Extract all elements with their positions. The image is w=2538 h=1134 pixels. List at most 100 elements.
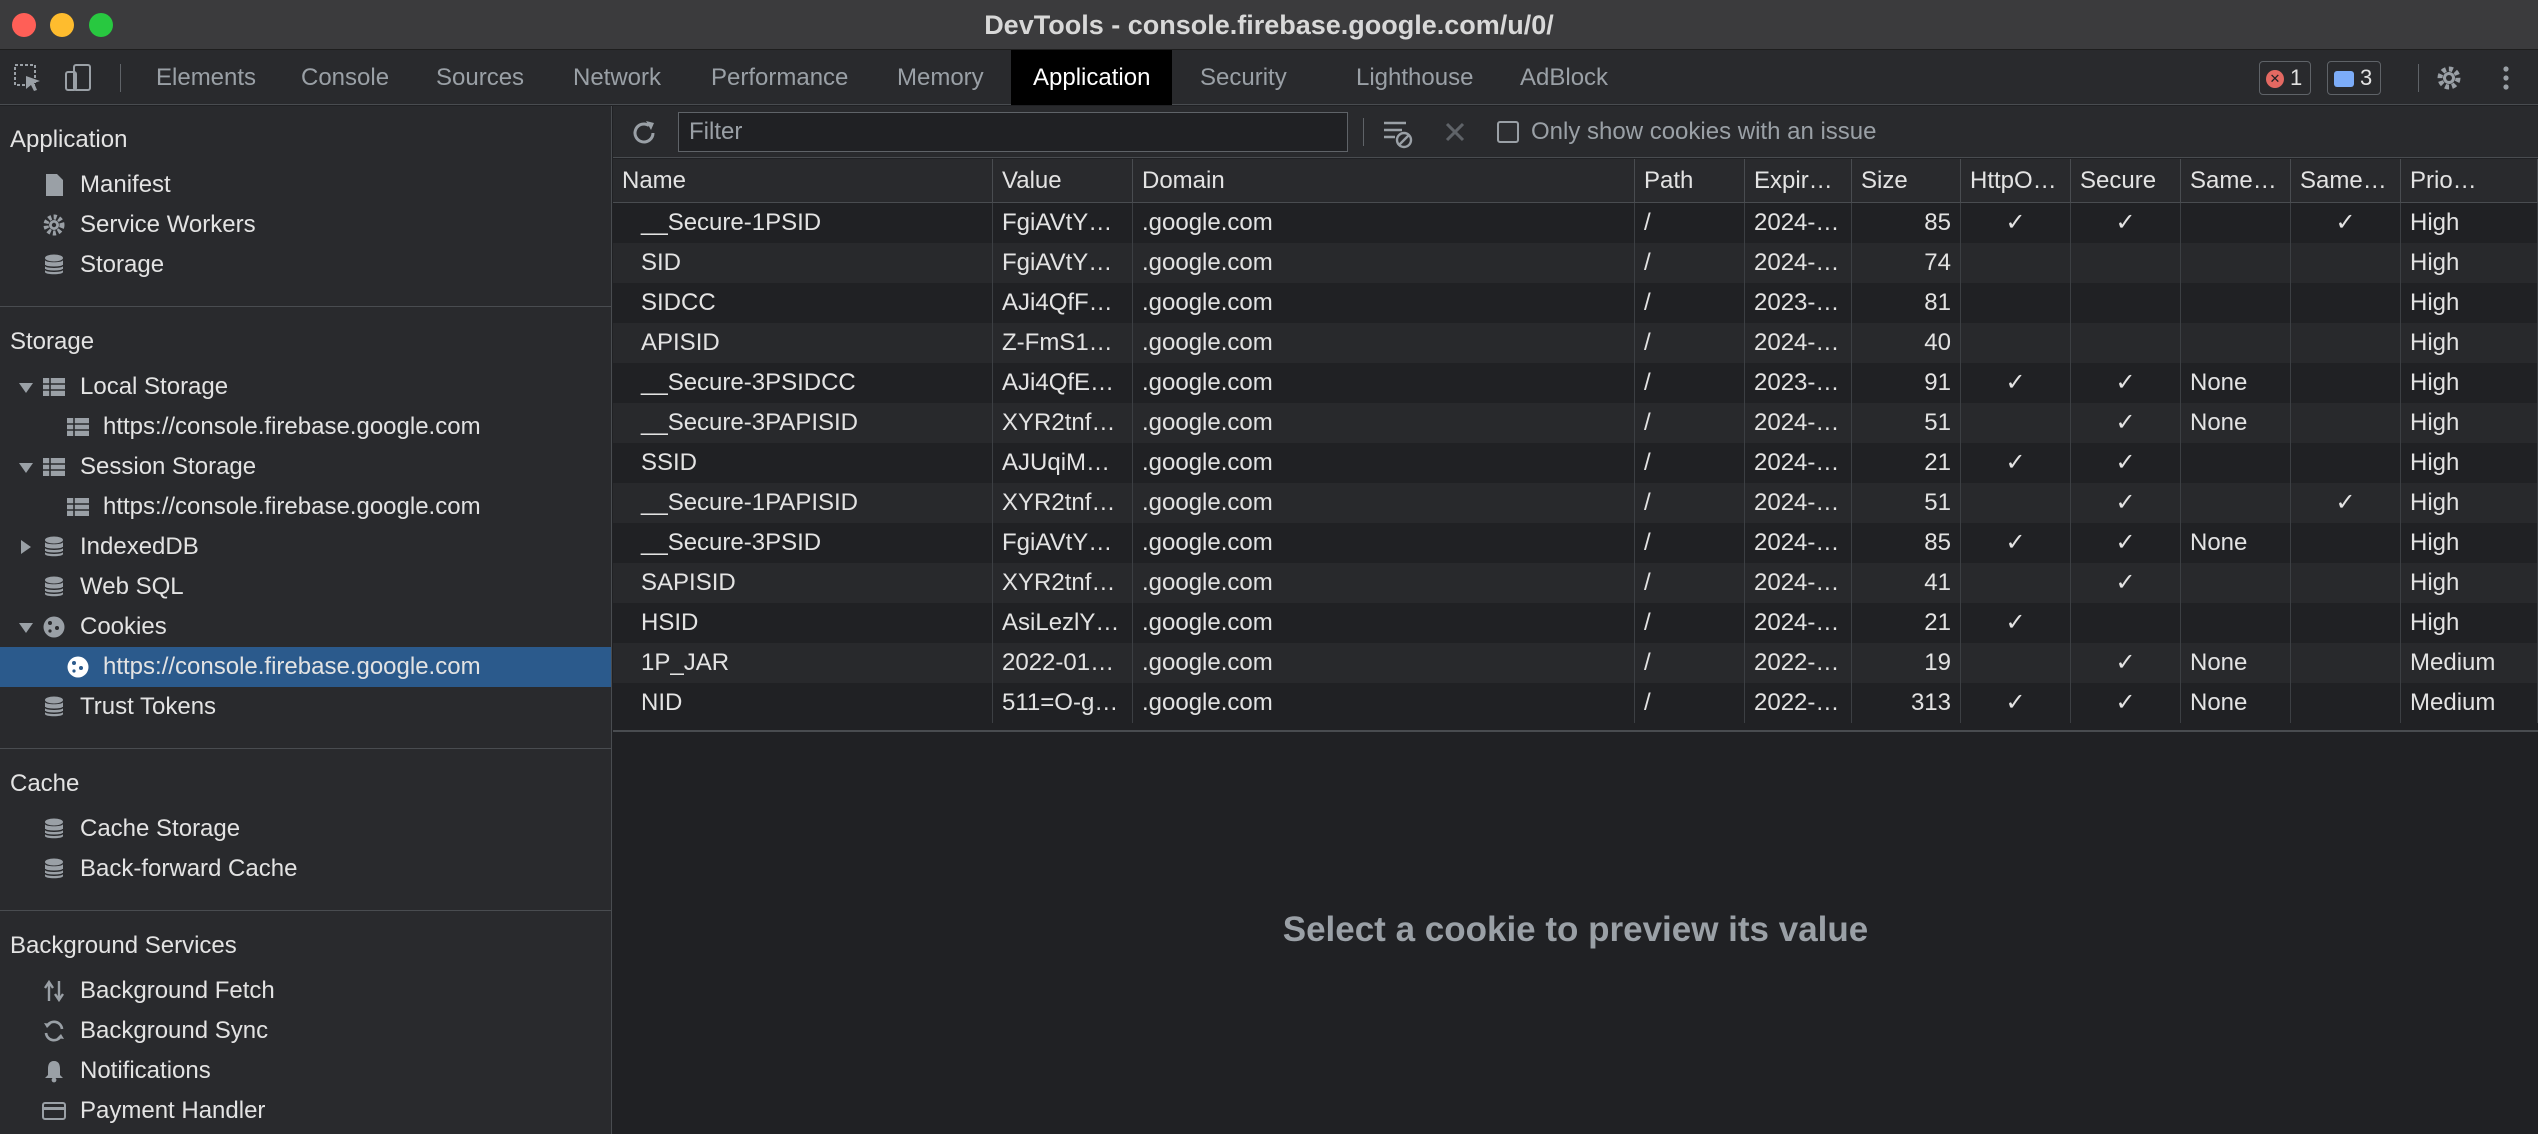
table-row[interactable]: NID 511=O-g… .google.com/2022-… 313 ✓ ✓ None Me… (613, 683, 2538, 723)
sidebar-item-trust-tokens[interactable]: Trust Tokens (0, 687, 611, 727)
sidebar-item-label: Trust Tokens (80, 693, 217, 720)
expand-arrow-icon[interactable] (19, 383, 33, 393)
toolbar-divider (1363, 118, 1364, 146)
sidebar-item-storage[interactable]: Storage (0, 245, 611, 285)
section-heading-application: Application (10, 126, 128, 153)
sidebar-item-background-fetch[interactable]: Background Fetch (0, 971, 611, 1011)
more-options-icon[interactable] (2490, 62, 2522, 94)
expand-arrow-icon[interactable] (19, 463, 33, 473)
message-count-badge[interactable]: 3 (2327, 61, 2382, 95)
cell-expires: 2024-… (1745, 403, 1852, 443)
sidebar-item-payment-handler[interactable]: Payment Handler (0, 1091, 611, 1131)
cell-priority: Medium (2401, 643, 2538, 683)
sidebar-item-local-storage-origin[interactable]: https://console.firebase.google.com (0, 407, 611, 447)
table-row[interactable]: __Secure-3PSID FgiAVtY… .google.com/2024-…… (613, 523, 2538, 563)
column-header-value[interactable]: Value (993, 159, 1133, 203)
settings-gear-icon[interactable] (2433, 62, 2465, 94)
cell-sameparty (2291, 243, 2401, 283)
tab-sources[interactable]: Sources (414, 50, 546, 105)
sidebar-item-cookies[interactable]: Cookies (0, 607, 611, 647)
sidebar-item-indexeddb[interactable]: IndexedDB (0, 527, 611, 567)
sync-icon (44, 1020, 64, 1042)
cell-path: / (1635, 523, 1745, 563)
cell-httponly (1961, 323, 2071, 363)
sidebar-item-session-storage[interactable]: Session Storage (0, 447, 611, 487)
tab-security[interactable]: Security (1178, 50, 1309, 105)
column-header-samesite[interactable]: Same… (2181, 159, 2291, 203)
sidebar-item-back-forward-cache[interactable]: Back-forward Cache (0, 849, 611, 889)
section-heading-storage: Storage (10, 328, 95, 355)
cell-httponly (1961, 643, 2071, 683)
column-header-size[interactable]: Size (1852, 159, 1961, 203)
sidebar-item-session-storage-origin[interactable]: https://console.firebase.google.com (0, 487, 611, 527)
collapse-arrow-icon[interactable] (21, 540, 31, 554)
table-row[interactable]: HSID AsiLezlY… .google.com/2024-… 21 ✓ High (613, 603, 2538, 643)
devtools-tabbar: Elements Console Sources Network Perform… (0, 50, 2538, 105)
error-count-badge[interactable]: ✕ 1 (2259, 61, 2312, 95)
sidebar-item-cookies-origin[interactable]: https://console.firebase.google.com (0, 647, 611, 687)
tab-lighthouse[interactable]: Lighthouse (1334, 50, 1495, 105)
column-header-path[interactable]: Path (1635, 159, 1745, 203)
cell-path: / (1635, 443, 1745, 483)
table-row[interactable]: SAPISID XYR2tnf… .google.com/2024-… 41 ✓ High (613, 563, 2538, 603)
device-toolbar-icon[interactable] (62, 62, 94, 94)
table-row[interactable]: __Secure-1PAPISID XYR2tnf… .google.com/202… (613, 483, 2538, 523)
column-header-secure[interactable]: Secure (2071, 159, 2181, 203)
tab-elements[interactable]: Elements (134, 50, 278, 105)
cell-name: SIDCC (613, 283, 993, 323)
expand-arrow-icon[interactable] (19, 623, 33, 633)
sidebar-item-label: Manifest (80, 171, 171, 198)
table-row[interactable]: __Secure-1PSID FgiAVtY… .google.com/2024-…… (613, 203, 2538, 243)
cell-value: XYR2tnf… (993, 403, 1133, 443)
clear-filtered-cookies-icon[interactable] (1381, 116, 1415, 150)
cell-sameparty (2291, 523, 2401, 563)
column-header-httponly[interactable]: HttpO… (1961, 159, 2071, 203)
tab-performance[interactable]: Performance (689, 50, 870, 105)
tab-console[interactable]: Console (279, 50, 411, 105)
column-header-expires[interactable]: Expir… (1745, 159, 1852, 203)
sidebar-item-label: Cookies (80, 613, 167, 640)
cell-name: 1P_JAR (613, 643, 993, 683)
cell-domain: .google.com (1133, 483, 1635, 523)
sidebar-item-label: Storage (80, 251, 165, 278)
table-row[interactable]: SIDCC AJi4QfF… .google.com/2023-… 81 High (613, 283, 2538, 323)
cell-name: SID (613, 243, 993, 283)
cell-path: / (1635, 203, 1745, 243)
column-header-domain[interactable]: Domain (1133, 159, 1635, 203)
sidebar-item-manifest[interactable]: Manifest (0, 165, 611, 205)
sidebar-item-label: Back-forward Cache (80, 855, 298, 882)
table-row[interactable]: SID FgiAVtY… .google.com/2024-… 74 High (613, 243, 2538, 283)
cell-expires: 2023-… (1745, 283, 1852, 323)
delete-selected-icon[interactable] (1443, 120, 1467, 144)
table-row[interactable]: __Secure-3PAPISID XYR2tnf… .google.com/202… (613, 403, 2538, 443)
tab-adblock[interactable]: AdBlock (1498, 50, 1630, 105)
filter-input[interactable] (678, 112, 1348, 152)
column-header-sameparty[interactable]: Same… (2291, 159, 2401, 203)
sidebar-item-web-sql[interactable]: Web SQL (0, 567, 611, 607)
section-heading-cache: Cache (10, 770, 80, 797)
table-row[interactable]: APISID Z-FmS1… .google.com/2024-… 40 High (613, 323, 2538, 363)
table-row[interactable]: 1P_JAR 2022-01… .google.com/2022-… 19 ✓ None M… (613, 643, 2538, 683)
message-icon (2334, 71, 2354, 88)
database-icon (44, 818, 64, 839)
only-issues-checkbox[interactable] (1497, 121, 1519, 143)
refresh-icon[interactable] (629, 118, 659, 148)
cell-secure (2071, 603, 2181, 643)
column-header-priority[interactable]: Prio… (2401, 159, 2538, 203)
table-row[interactable]: SSID AJUqiM… .google.com/2024-… 21 ✓ ✓ High (613, 443, 2538, 483)
tab-application[interactable]: Application (1011, 50, 1173, 105)
tab-network[interactable]: Network (551, 50, 683, 105)
sidebar-item-local-storage[interactable]: Local Storage (0, 367, 611, 407)
sidebar-item-notifications[interactable]: Notifications (0, 1051, 611, 1091)
cell-name: __Secure-1PAPISID (613, 483, 993, 523)
cell-name: HSID (613, 603, 993, 643)
sidebar-item-background-sync[interactable]: Background Sync (0, 1011, 611, 1051)
cell-priority: High (2401, 323, 2538, 363)
tab-memory[interactable]: Memory (875, 50, 1006, 105)
column-header-name[interactable]: Name (613, 159, 993, 203)
table-row[interactable]: __Secure-3PSIDCC AJi4QfE… .google.com/2023… (613, 363, 2538, 403)
sidebar-item-cache-storage[interactable]: Cache Storage (0, 809, 611, 849)
inspect-element-icon[interactable] (12, 62, 44, 94)
cell-size: 41 (1852, 563, 1961, 603)
sidebar-item-service-workers[interactable]: Service Workers (0, 205, 611, 245)
